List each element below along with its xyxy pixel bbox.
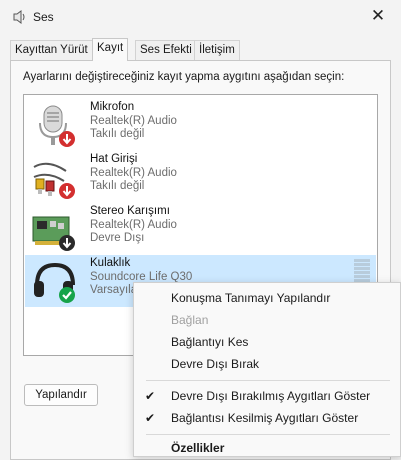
- configure-button[interactable]: Yapılandır: [24, 384, 98, 406]
- checkmark-icon: ✔: [145, 411, 156, 425]
- menu-item-disconnect[interactable]: Bağlantıyı Kes: [134, 331, 400, 353]
- device-name: Stereo Karışımı: [90, 205, 170, 217]
- device-item-microphone[interactable]: Mikrofon Realtek(R) Audio Takılı değil: [25, 99, 376, 151]
- menu-item-show-disabled[interactable]: ✔ Devre Dışı Bırakılmış Aygıtları Göster: [134, 385, 400, 407]
- device-status: Devre Dışı: [90, 232, 145, 244]
- device-item-line-in[interactable]: Hat Girişi Realtek(R) Audio Takılı değil: [25, 151, 376, 203]
- speaker-app-icon: [13, 10, 25, 24]
- menu-item-label: Devre Dışı Bırak: [171, 357, 260, 371]
- device-name: Hat Girişi: [90, 153, 138, 165]
- device-status: Takılı değil: [90, 128, 145, 140]
- menu-separator: [146, 434, 390, 435]
- tab-communications[interactable]: İletişim: [194, 40, 240, 60]
- menu-item-connect: Bağlan: [134, 309, 400, 331]
- menu-item-configure-speech[interactable]: Konuşma Tanımayı Yapılandır: [134, 287, 400, 309]
- menu-separator: [146, 380, 390, 381]
- context-menu: Konuşma Tanımayı Yapılandır Bağlan Bağla…: [133, 282, 401, 457]
- device-item-stereo-mix[interactable]: Stereo Karışımı Realtek(R) Audio Devre D…: [25, 203, 376, 255]
- device-driver: Realtek(R) Audio: [90, 167, 177, 179]
- tab-playback[interactable]: Kayıttan Yürüt: [10, 40, 93, 60]
- instruction-text: Ayarlarını değiştireceğiniz kayıt yapma …: [23, 71, 345, 83]
- menu-item-show-disconnected[interactable]: ✔ Bağlantısı Kesilmiş Aygıtları Göster: [134, 407, 400, 429]
- tab-sound-effects[interactable]: Ses Efekti: [135, 40, 197, 60]
- device-name: Mikrofon: [90, 101, 135, 113]
- checkmark-icon: ✔: [145, 389, 156, 403]
- device-driver: Realtek(R) Audio: [90, 115, 177, 127]
- menu-item-label: Konuşma Tanımayı Yapılandır: [171, 291, 331, 305]
- menu-item-disable[interactable]: Devre Dışı Bırak: [134, 353, 400, 375]
- sound-card-icon: [32, 216, 75, 251]
- title-bar: Ses ✕: [0, 0, 401, 34]
- close-button[interactable]: ✕: [355, 0, 401, 32]
- window-title: Ses: [33, 10, 54, 24]
- device-status: Takılı değil: [90, 180, 145, 192]
- device-name: Kulaklık: [90, 257, 131, 269]
- menu-item-label: Özellikler: [171, 441, 225, 455]
- default-check-badge-icon: [59, 287, 75, 303]
- microphone-icon: [39, 105, 75, 147]
- headset-icon: [34, 262, 75, 303]
- menu-item-label: Bağlantıyı Kes: [171, 335, 249, 349]
- menu-item-label: Bağlan: [171, 313, 209, 327]
- menu-item-label: Devre Dışı Bırakılmış Aygıtları Göster: [171, 389, 371, 403]
- menu-item-label: Bağlantısı Kesilmiş Aygıtları Göster: [171, 411, 359, 425]
- tab-recording[interactable]: Kayıt: [92, 38, 129, 61]
- device-driver: Realtek(R) Audio: [90, 219, 177, 231]
- line-in-cable-icon: [33, 162, 75, 199]
- menu-item-properties[interactable]: Özellikler: [134, 437, 400, 459]
